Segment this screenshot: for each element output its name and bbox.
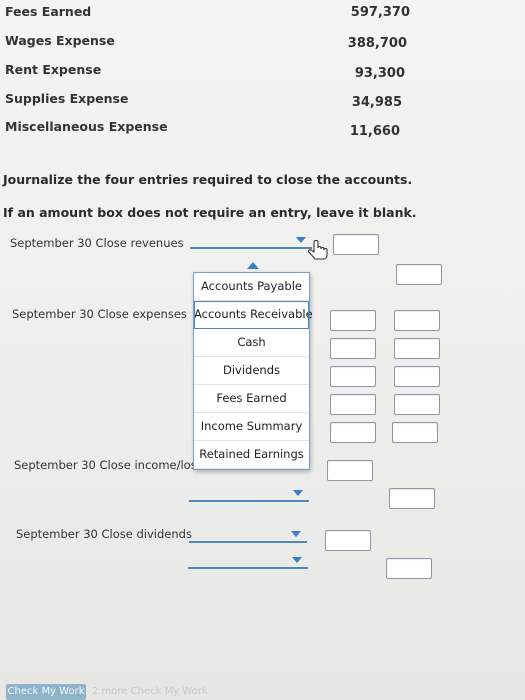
- credit-amount-input[interactable]: [394, 310, 440, 331]
- debit-amount-input[interactable]: [330, 338, 376, 359]
- account-select-dividends-debit[interactable]: [189, 531, 307, 543]
- dropdown-option[interactable]: Accounts Receivable: [194, 301, 313, 329]
- credit-amount-input[interactable]: [394, 338, 440, 359]
- hand-cursor-icon: [308, 240, 328, 260]
- debit-amount-input[interactable]: [330, 310, 376, 331]
- chevron-down-icon: [291, 531, 301, 537]
- chevron-down-icon: [292, 557, 302, 563]
- debit-amount-input[interactable]: [330, 394, 376, 415]
- credit-amount-input[interactable]: [396, 264, 442, 285]
- instruction-text: If an amount box does not require an ent…: [3, 205, 417, 220]
- debit-amount-input[interactable]: [330, 422, 376, 443]
- chevron-up-icon: [247, 262, 259, 269]
- chevron-down-icon: [296, 237, 306, 243]
- credit-amount-input[interactable]: [394, 366, 440, 387]
- dropdown-option[interactable]: Fees Earned: [194, 385, 309, 413]
- debit-amount-input[interactable]: [327, 460, 373, 481]
- entry-label-dividends: September 30 Close dividends: [16, 527, 192, 541]
- instruction-text: Journalize the four entries required to …: [3, 172, 413, 187]
- account-amount: 388,700: [347, 36, 407, 51]
- credit-amount-input[interactable]: [386, 558, 432, 579]
- dropdown-option[interactable]: Cash: [194, 329, 309, 357]
- debit-amount-input[interactable]: [325, 530, 371, 551]
- account-amount: 597,370: [350, 5, 410, 20]
- account-select-revenues-debit[interactable]: [190, 237, 312, 249]
- chevron-down-icon: [293, 490, 303, 496]
- dropdown-option[interactable]: Accounts Payable: [194, 273, 309, 301]
- entry-label-revenues: September 30 Close revenues: [10, 236, 184, 250]
- account-amount: 11,660: [349, 124, 400, 139]
- account-name: Miscellaneous Expense: [5, 119, 168, 134]
- credit-amount-input[interactable]: [392, 422, 438, 443]
- check-attempts-remaining: 2 more Check My Work: [92, 686, 208, 697]
- debit-amount-input[interactable]: [333, 234, 379, 255]
- account-dropdown-list: Accounts Payable Accounts Receivable Cas…: [193, 272, 313, 470]
- account-name: Rent Expense: [5, 62, 102, 77]
- dropdown-option[interactable]: Dividends: [194, 357, 309, 385]
- account-select-dividends-credit[interactable]: [188, 557, 308, 569]
- entry-label-income-loss: September 30 Close income/loss: [14, 458, 203, 472]
- account-amount: 93,300: [354, 66, 405, 81]
- check-my-work-button[interactable]: Check My Work: [6, 684, 86, 700]
- account-amount: 34,985: [351, 95, 402, 110]
- account-name: Wages Expense: [5, 33, 115, 48]
- entry-label-expenses: September 30 Close expenses: [12, 307, 187, 321]
- debit-amount-input[interactable]: [330, 366, 376, 387]
- credit-amount-input[interactable]: [394, 394, 440, 415]
- account-select-income-credit[interactable]: [189, 490, 309, 502]
- account-name: Supplies Expense: [5, 91, 129, 106]
- dropdown-option[interactable]: Retained Earnings: [194, 441, 309, 469]
- dropdown-option[interactable]: Income Summary: [194, 413, 309, 441]
- account-name: Fees Earned: [5, 4, 92, 19]
- credit-amount-input[interactable]: [389, 488, 435, 509]
